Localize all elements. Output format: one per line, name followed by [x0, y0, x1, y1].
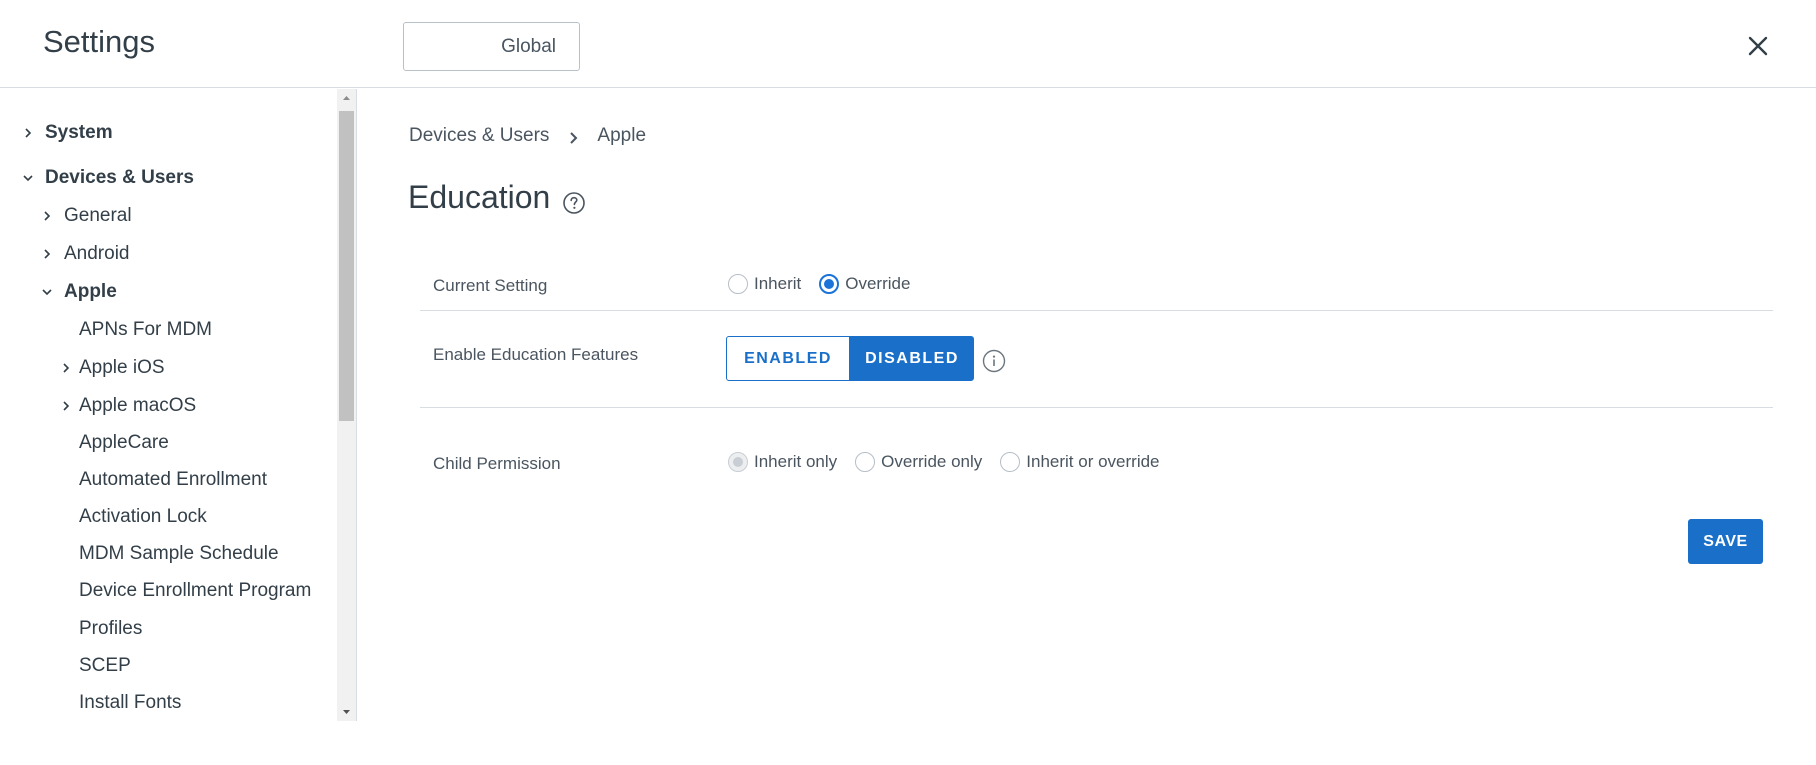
sidebar-item-install-fonts[interactable]: Install Fonts — [79, 688, 181, 718]
radio-inherit-or-override[interactable]: Inherit or override — [1000, 452, 1160, 472]
sidebar-item-label: Automated Enrollment — [79, 469, 267, 490]
radio-circle — [728, 452, 748, 472]
sidebar-item-apns-for-mdm[interactable]: APNs For MDM — [79, 315, 212, 345]
sidebar-item-device-enrollment-program[interactable]: Device Enrollment Program — [79, 576, 311, 606]
enable-education-features-label: Enable Education Features — [433, 345, 639, 364]
sidebar-item-profiles[interactable]: Profiles — [79, 614, 142, 644]
settings-sidebar: System Devices & Users General Android A… — [0, 89, 357, 721]
sidebar-item-label: Devices & Users — [45, 167, 194, 188]
sidebar-scrollbar[interactable] — [337, 89, 356, 721]
app-title: Settings — [43, 24, 156, 59]
scroll-up-button[interactable] — [337, 89, 356, 107]
sidebar-item-label: APNs For MDM — [79, 319, 212, 340]
radio-label: Override — [845, 274, 911, 293]
sidebar-item-label: MDM Sample Schedule — [79, 543, 279, 564]
sidebar-item-applecare[interactable]: AppleCare — [79, 428, 169, 458]
radio-circle — [1000, 452, 1021, 472]
sidebar-item-scep[interactable]: SCEP — [79, 651, 131, 681]
sidebar-item-apple-ios[interactable]: Apple iOS — [59, 353, 165, 383]
sidebar-item-label: Apple iOS — [79, 357, 165, 378]
sidebar-item-label: Device Enrollment Program — [79, 580, 312, 601]
sidebar-item-label: SCEP — [79, 655, 131, 676]
help-icon[interactable] — [562, 186, 586, 214]
radio-inherit-only[interactable]: Inherit only — [728, 452, 837, 472]
current-setting-label: Current Setting — [433, 276, 548, 295]
chevron-down-icon — [40, 285, 54, 299]
sidebar-item-activation-lock[interactable]: Activation Lock — [79, 502, 207, 532]
sidebar-item-android[interactable]: Android — [40, 239, 130, 269]
breadcrumb: Devices & Users Apple — [409, 125, 646, 147]
sidebar-item-label: Profiles — [79, 618, 143, 639]
sidebar-item-label: Activation Lock — [79, 506, 207, 527]
save-button[interactable]: SAVE — [1688, 519, 1763, 564]
sidebar-item-mdm-sample-schedule[interactable]: MDM Sample Schedule — [79, 539, 279, 569]
sidebar-item-label: Apple macOS — [79, 395, 197, 416]
radio-circle — [819, 274, 840, 294]
education-features-toggle: ENABLED DISABLED — [726, 336, 974, 381]
sidebar-item-label: AppleCare — [79, 432, 169, 453]
scroll-down-button[interactable] — [337, 703, 356, 721]
sidebar-item-label: Apple — [64, 281, 117, 302]
chevron-right-icon — [59, 361, 73, 375]
sidebar-item-apple-macos[interactable]: Apple macOS — [59, 391, 196, 421]
info-icon[interactable] — [982, 349, 1006, 373]
scope-label: Global — [501, 36, 556, 57]
radio-circle — [728, 274, 748, 294]
chevron-right-icon — [40, 209, 54, 223]
page-title-row: Education — [408, 179, 586, 216]
enabled-button[interactable]: ENABLED — [726, 336, 850, 381]
triangle-down-icon — [343, 710, 350, 714]
close-icon — [1748, 36, 1768, 56]
row-divider — [420, 407, 1773, 408]
sidebar-item-label: Android — [64, 243, 130, 264]
chevron-right-icon — [59, 399, 73, 413]
disabled-button[interactable]: DISABLED — [850, 336, 974, 381]
sidebar-item-devices-users[interactable]: Devices & Users — [21, 163, 194, 193]
scope-selector[interactable]: Global — [403, 22, 580, 71]
radio-label: Override only — [881, 452, 983, 471]
radio-label: Inherit or override — [1026, 452, 1160, 471]
settings-header: Settings Global — [0, 0, 1816, 88]
sidebar-item-label: Install Fonts — [79, 692, 182, 713]
main-content: Devices & Users Apple Education Current … — [358, 89, 1816, 765]
page-title: Education — [408, 179, 551, 215]
child-permission-label: Child Permission — [433, 454, 561, 473]
close-button[interactable] — [1742, 30, 1774, 62]
chevron-right-icon — [21, 126, 35, 140]
sidebar-item-automated-enrollment[interactable]: Automated Enrollment — [79, 465, 267, 495]
breadcrumb-parent-link[interactable]: Devices & Users — [409, 125, 549, 147]
triangle-up-icon — [343, 96, 350, 100]
chevron-right-icon — [40, 247, 54, 261]
row-divider — [420, 310, 1773, 311]
chevron-down-icon — [21, 171, 35, 185]
sidebar-item-apple[interactable]: Apple — [40, 277, 117, 307]
breadcrumb-current: Apple — [597, 125, 647, 146]
radio-label: Inherit — [754, 274, 802, 293]
sidebar-item-label: System — [45, 122, 113, 143]
chevron-right-icon — [567, 129, 581, 144]
child-permission-radio-group: Inherit only Override only Inherit or ov… — [728, 452, 1178, 472]
radio-inherit[interactable]: Inherit — [728, 274, 801, 294]
sidebar-item-label: General — [64, 205, 132, 226]
radio-circle — [855, 452, 876, 472]
sidebar-item-system[interactable]: System — [21, 118, 113, 148]
radio-override[interactable]: Override — [819, 274, 910, 294]
scroll-thumb[interactable] — [339, 111, 354, 421]
radio-override-only[interactable]: Override only — [855, 452, 982, 472]
current-setting-radio-group: Inherit Override — [728, 274, 928, 294]
sidebar-item-general[interactable]: General — [40, 201, 132, 231]
radio-label: Inherit only — [754, 452, 838, 471]
